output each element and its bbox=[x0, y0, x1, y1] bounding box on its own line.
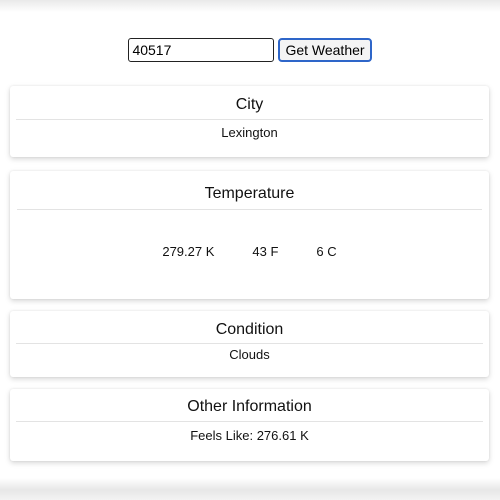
top-shadow-edge bbox=[0, 0, 500, 12]
other-information-card: Other Information Feels Like: 276.61 K bbox=[10, 389, 489, 461]
city-card-title: City bbox=[235, 96, 264, 113]
city-card: City Lexington bbox=[10, 86, 489, 157]
condition-card: Condition Clouds bbox=[10, 311, 489, 377]
temperature-fahrenheit: 43 F bbox=[252, 244, 279, 259]
zip-code-input[interactable] bbox=[128, 38, 275, 62]
temperature-card-title: Temperature bbox=[204, 185, 295, 202]
condition-value: Clouds bbox=[229, 347, 270, 362]
get-weather-button[interactable]: Get Weather bbox=[278, 38, 372, 62]
feels-like-value: Feels Like: 276.61 K bbox=[190, 428, 309, 443]
temperature-card: Temperature 279.27 K 43 F 6 C bbox=[10, 171, 489, 299]
other-information-card-title: Other Information bbox=[187, 398, 312, 415]
temperature-celsius: 6 C bbox=[316, 244, 337, 259]
bottom-shadow-edge bbox=[0, 478, 500, 500]
condition-card-title: Condition bbox=[215, 321, 284, 338]
weather-app-page: Get Weather City Lexington Temperature 2… bbox=[0, 0, 500, 500]
temperature-kelvin: 279.27 K bbox=[162, 244, 215, 259]
search-form: Get Weather bbox=[0, 37, 500, 63]
city-name: Lexington bbox=[221, 125, 278, 140]
temperature-values: 279.27 K 43 F 6 C bbox=[10, 210, 489, 259]
